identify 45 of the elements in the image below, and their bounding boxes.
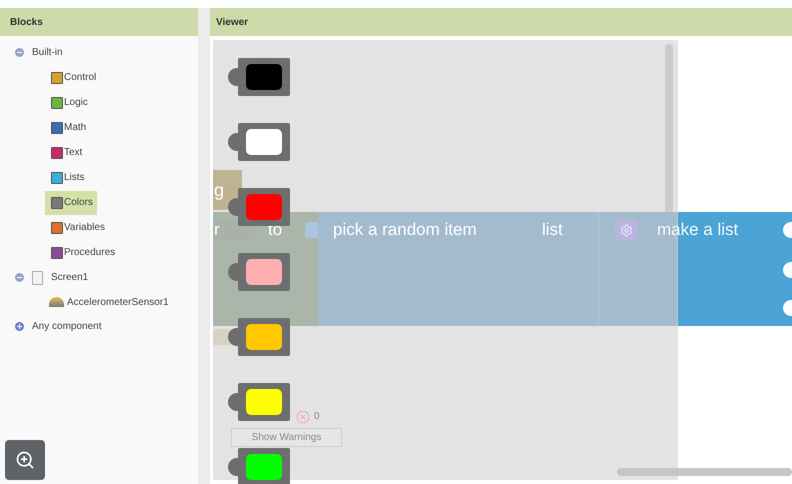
category-item[interactable]: Math [45,116,90,140]
color-block[interactable] [228,383,290,421]
tree-item[interactable]: Any component [32,319,102,334]
collapse-icon[interactable] [15,273,24,282]
error-icon [296,410,310,424]
color-block[interactable] [228,58,290,96]
zoom-in-icon [15,450,35,470]
panel-header: Viewer [210,8,792,36]
color-swatch[interactable] [246,324,282,350]
color-swatch[interactable] [246,389,282,415]
color-swatch[interactable] [246,129,282,155]
color-block[interactable] [228,188,290,226]
color-swatch[interactable] [246,259,282,285]
color-swatch[interactable] [246,194,282,220]
zoom-in-button[interactable] [5,440,45,480]
socket-shape [305,222,318,238]
error-count: 0 [314,410,320,424]
category-item[interactable]: Procedures [45,240,120,264]
block-label: make a list [657,219,738,241]
gear-icon [620,224,632,236]
color-swatch[interactable] [246,454,282,480]
category-item[interactable]: Control [45,66,100,90]
category-item[interactable]: Text [45,140,86,164]
category-item[interactable]: Logic [45,90,92,114]
tree-item[interactable]: Built-in [32,45,63,60]
scrollbar-thumb[interactable] [617,468,792,476]
color-block[interactable] [228,253,290,291]
color-swatch[interactable] [246,64,282,90]
category-item[interactable]: Variables [45,216,109,240]
block-label: list [542,219,563,241]
sensor-icon [49,297,64,307]
category-item[interactable]: Colors [45,190,97,214]
tree-item[interactable]: Screen1 [51,270,88,285]
tree-item[interactable]: AccelerometerSensor1 [67,294,169,310]
collapse-icon[interactable] [15,48,24,57]
color-block[interactable] [228,318,290,356]
scrollbar-thumb[interactable] [665,44,673,214]
color-block[interactable] [228,123,290,161]
mutator-button[interactable] [615,220,637,240]
panel-header: Blocks [0,8,198,36]
category-item[interactable]: Lists [45,166,89,190]
block-label: pick a random item [333,219,477,241]
color-block[interactable] [228,448,290,484]
screen-icon [32,270,43,284]
expand-icon[interactable] [15,322,24,331]
